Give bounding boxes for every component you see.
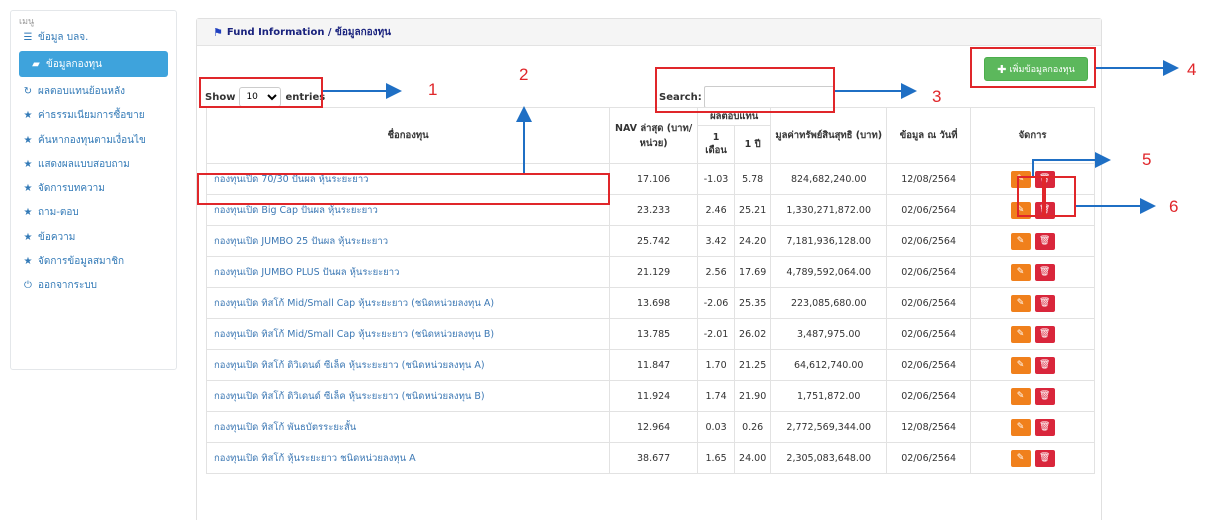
annotation-arrows: [323, 60, 1179, 214]
annotation-label-4: 4: [1187, 60, 1197, 79]
annotation-label-6: 6: [1169, 197, 1179, 216]
annotation-label-3: 3: [932, 87, 942, 106]
annotation-label-5: 5: [1142, 150, 1152, 169]
screen: เมนู ☰ ข้อมูล บลจ. ▰ ข้อมูลกองทุน ↻ ผลตอบแทนย…: [0, 0, 1213, 520]
arrow-5: [1032, 152, 1111, 176]
annotation-label-2: 2: [519, 65, 529, 84]
annotation-label-1: 1: [428, 80, 438, 99]
